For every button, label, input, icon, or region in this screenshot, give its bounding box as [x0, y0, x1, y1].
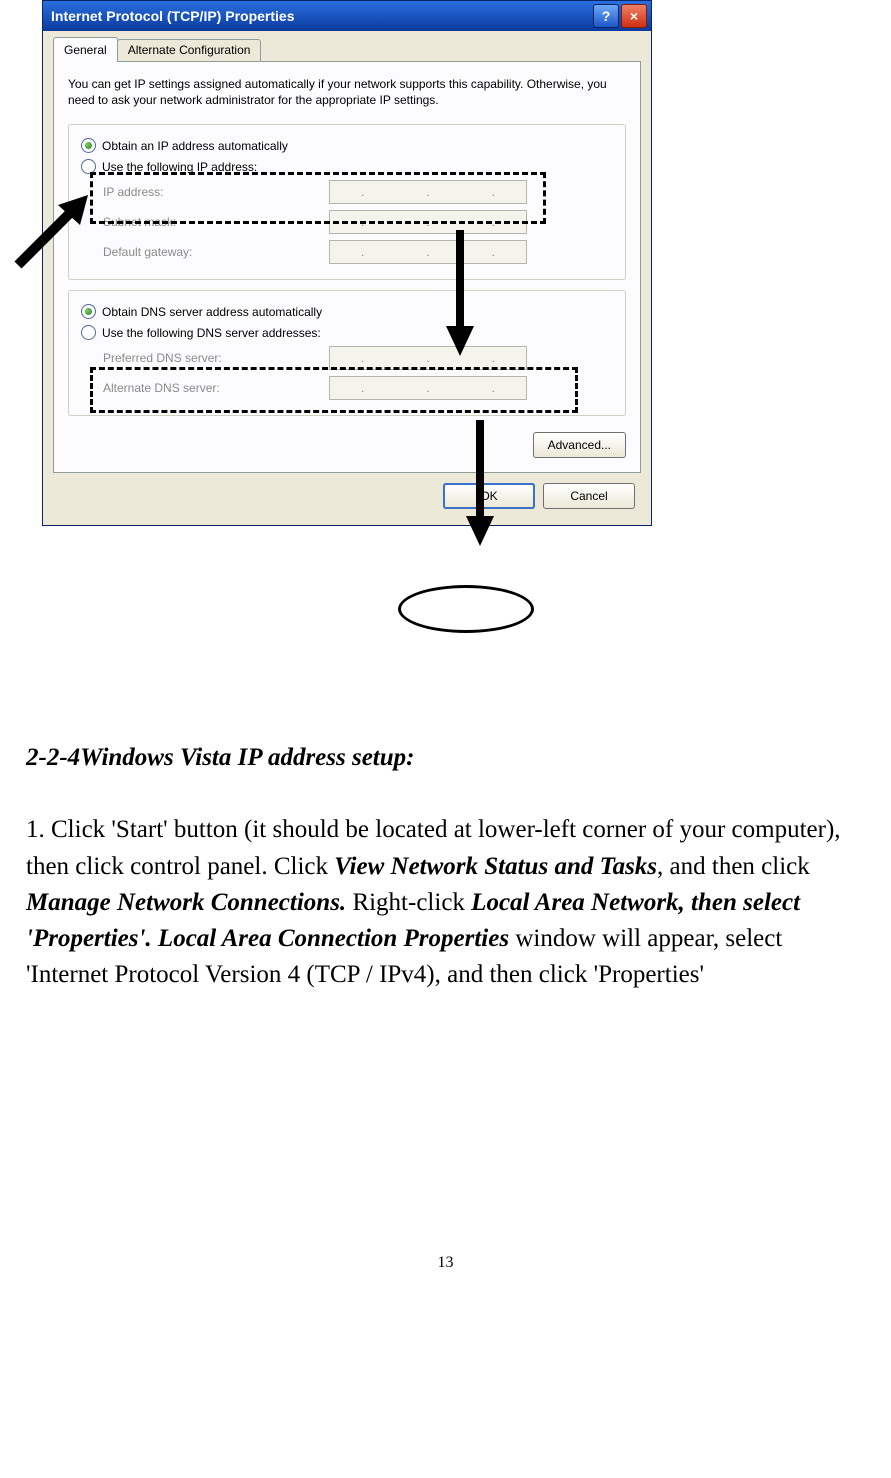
radio-dns-manual[interactable]: Use the following DNS server addresses:: [81, 322, 613, 343]
tcpip-properties-dialog: Internet Protocol (TCP/IP) Properties ? …: [42, 0, 652, 526]
annotation-ok-ellipse: [398, 585, 534, 633]
altdns-row: Alternate DNS server: ...: [81, 373, 613, 403]
radio-ip-auto-label: Obtain an IP address automatically: [102, 139, 288, 153]
altdns-input[interactable]: ...: [329, 376, 527, 400]
gateway-row: Default gateway: ...: [81, 237, 613, 267]
radio-icon: [81, 304, 96, 319]
radio-dns-auto[interactable]: Obtain DNS server address automatically: [81, 301, 613, 322]
tab-alternate[interactable]: Alternate Configuration: [117, 39, 262, 61]
gateway-input[interactable]: ...: [329, 240, 527, 264]
ipaddress-input[interactable]: ...: [329, 180, 527, 204]
ipaddress-row: IP address: ...: [81, 177, 613, 207]
prefdns-row: Preferred DNS server: ...: [81, 343, 613, 373]
ip-group: Obtain an IP address automatically Use t…: [68, 124, 626, 280]
prefdns-label: Preferred DNS server:: [103, 351, 329, 365]
subnet-row: Subnet mask: ...: [81, 207, 613, 237]
subnet-label: Subnet mask:: [103, 215, 329, 229]
ok-button[interactable]: OK: [443, 483, 535, 509]
step1-part-d: Manage Network Connections.: [26, 889, 346, 916]
gateway-label: Default gateway:: [103, 245, 329, 259]
step1-part-c: , and then click: [657, 853, 810, 880]
close-button[interactable]: ×: [621, 4, 647, 28]
radio-icon: [81, 325, 96, 340]
description-text: You can get IP settings assigned automat…: [68, 76, 626, 108]
advanced-button[interactable]: Advanced...: [533, 432, 626, 458]
step-1: 1. Click 'Start' button (it should be lo…: [26, 812, 865, 993]
section-heading: 2-2-4Windows Vista IP address setup:: [26, 740, 865, 776]
radio-icon: [81, 138, 96, 153]
radio-ip-auto[interactable]: Obtain an IP address automatically: [81, 135, 613, 156]
subnet-input[interactable]: ...: [329, 210, 527, 234]
radio-ip-manual-label: Use the following IP address:: [102, 160, 257, 174]
tab-general-label: General: [64, 43, 107, 57]
window-title: Internet Protocol (TCP/IP) Properties: [51, 8, 591, 24]
client-area: General Alternate Configuration You can …: [43, 31, 651, 525]
altdns-label: Alternate DNS server:: [103, 381, 329, 395]
tab-general[interactable]: General: [53, 37, 118, 61]
advanced-row: Advanced...: [68, 426, 626, 458]
tab-content: You can get IP settings assigned automat…: [53, 61, 641, 473]
help-button[interactable]: ?: [593, 4, 619, 28]
step1-part-b: View Network Status and Tasks: [334, 853, 657, 880]
prefdns-input[interactable]: ...: [329, 346, 527, 370]
tab-alternate-label: Alternate Configuration: [128, 43, 251, 57]
dns-group: Obtain DNS server address automatically …: [68, 290, 626, 416]
dialog-wrap: Internet Protocol (TCP/IP) Properties ? …: [20, 0, 660, 650]
dialog-buttons: OK Cancel: [53, 473, 641, 515]
radio-dns-auto-label: Obtain DNS server address automatically: [102, 305, 322, 319]
step1-part-e: Right-click: [346, 889, 471, 916]
ipaddress-label: IP address:: [103, 185, 329, 199]
radio-dns-manual-label: Use the following DNS server addresses:: [102, 326, 321, 340]
document-body: 2-2-4Windows Vista IP address setup: 1. …: [20, 740, 871, 994]
tab-row: General Alternate Configuration: [53, 37, 641, 61]
titlebar: Internet Protocol (TCP/IP) Properties ? …: [43, 1, 651, 31]
cancel-button[interactable]: Cancel: [543, 483, 635, 509]
radio-ip-manual[interactable]: Use the following IP address:: [81, 156, 613, 177]
page-number: 13: [20, 1254, 871, 1272]
radio-icon: [81, 159, 96, 174]
